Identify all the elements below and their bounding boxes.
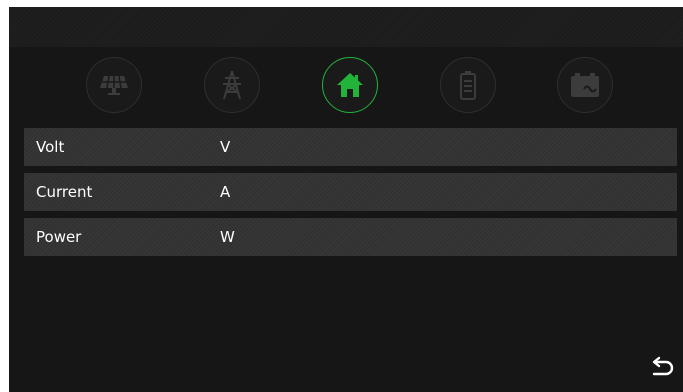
row-value: A bbox=[220, 183, 230, 201]
nav-button-solar[interactable] bbox=[86, 57, 142, 113]
row-unit: V bbox=[220, 138, 231, 156]
inverter-screen: Volt V Current A Power W bbox=[9, 7, 683, 392]
row-volt: Volt V bbox=[24, 128, 677, 166]
back-button[interactable] bbox=[649, 356, 675, 380]
power-tower-icon bbox=[223, 70, 241, 100]
back-arrow-icon bbox=[652, 356, 674, 376]
row-power: Power W bbox=[24, 218, 677, 256]
row-unit: W bbox=[220, 228, 235, 246]
solar-panel-icon bbox=[100, 75, 128, 95]
row-label: Power bbox=[36, 228, 82, 246]
row-current: Current A bbox=[24, 173, 677, 211]
row-label: Current bbox=[36, 183, 93, 201]
row-label: Volt bbox=[36, 138, 65, 156]
ac-load-icon bbox=[571, 73, 599, 97]
nav-button-grid[interactable] bbox=[204, 57, 260, 113]
nav-bar bbox=[9, 57, 683, 119]
nav-button-home[interactable] bbox=[322, 57, 378, 113]
row-value: W bbox=[220, 228, 235, 246]
battery-icon bbox=[460, 71, 476, 100]
nav-button-load[interactable] bbox=[557, 57, 613, 113]
top-status-bar bbox=[9, 7, 683, 47]
row-unit: A bbox=[220, 183, 231, 201]
row-value: V bbox=[220, 138, 230, 156]
nav-button-battery[interactable] bbox=[440, 57, 496, 113]
home-icon bbox=[337, 73, 363, 97]
